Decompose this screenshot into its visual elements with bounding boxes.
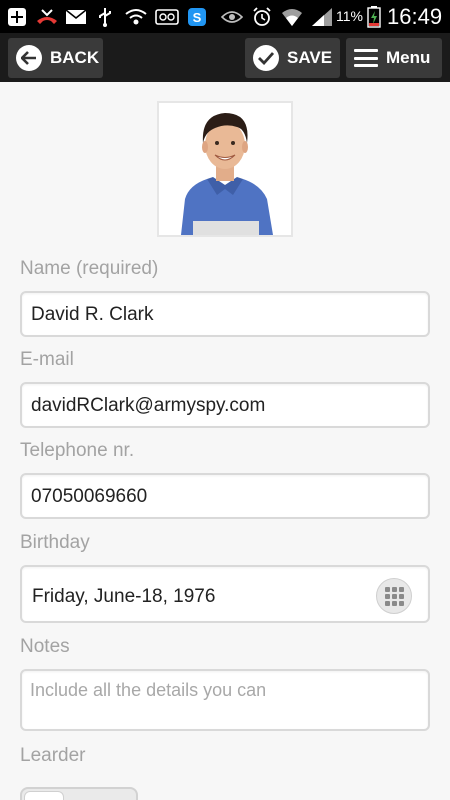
birthday-label: Birthday (20, 532, 90, 553)
phone-field[interactable]: 07050069660 (20, 473, 430, 519)
name-field[interactable]: David R. Clark (20, 291, 430, 337)
notes-label: Notes (20, 636, 70, 657)
save-button[interactable]: SAVE (245, 38, 340, 78)
hamburger-icon (354, 49, 378, 67)
usb-icon (95, 7, 115, 27)
calendar-picker-button[interactable] (376, 578, 412, 614)
add-icon (6, 7, 28, 27)
skype-icon: S (186, 7, 208, 27)
back-arrow-icon (16, 45, 42, 71)
status-bar: S 11% 16:49 (0, 0, 450, 33)
cell-signal-icon (310, 7, 334, 27)
alarm-icon (251, 7, 273, 27)
battery-percent: 11% (336, 8, 363, 24)
person-avatar-image (159, 103, 291, 235)
leader-label: Learder (20, 745, 86, 766)
wifi-signal-icon (281, 7, 303, 27)
toggle-knob[interactable] (24, 791, 64, 800)
mail-icon (64, 7, 88, 27)
birthday-field[interactable]: Friday, June-18, 1976 (20, 565, 430, 623)
contact-form: Name (required) David R. Clark E-mail da… (0, 82, 450, 800)
voicemail-icon (155, 7, 179, 27)
wifi-icon (124, 7, 148, 27)
missed-call-icon (34, 7, 60, 27)
back-button[interactable]: BACK (8, 38, 103, 78)
back-button-label: BACK (50, 48, 100, 67)
menu-button[interactable]: Menu (346, 38, 442, 78)
notes-textarea[interactable]: Include all the details you can (20, 669, 430, 731)
leader-toggle[interactable] (20, 787, 138, 800)
action-bar: BACK SAVE Menu (0, 33, 450, 82)
menu-button-label: Menu (386, 48, 431, 67)
birthday-value: Friday, June-18, 1976 (32, 586, 216, 607)
calendar-grid-icon (384, 586, 404, 606)
svg-text:S: S (193, 10, 202, 25)
email-label: E-mail (20, 349, 74, 370)
phone-label: Telephone nr. (20, 440, 135, 461)
email-field[interactable]: davidRClark@armyspy.com (20, 382, 430, 428)
profile-photo[interactable] (157, 101, 293, 237)
name-label: Name (required) (20, 258, 159, 279)
save-button-label: SAVE (287, 48, 333, 67)
battery-icon (366, 6, 382, 28)
checkmark-icon (253, 45, 279, 71)
clock: 16:49 (387, 4, 443, 29)
eye-icon (221, 7, 243, 27)
